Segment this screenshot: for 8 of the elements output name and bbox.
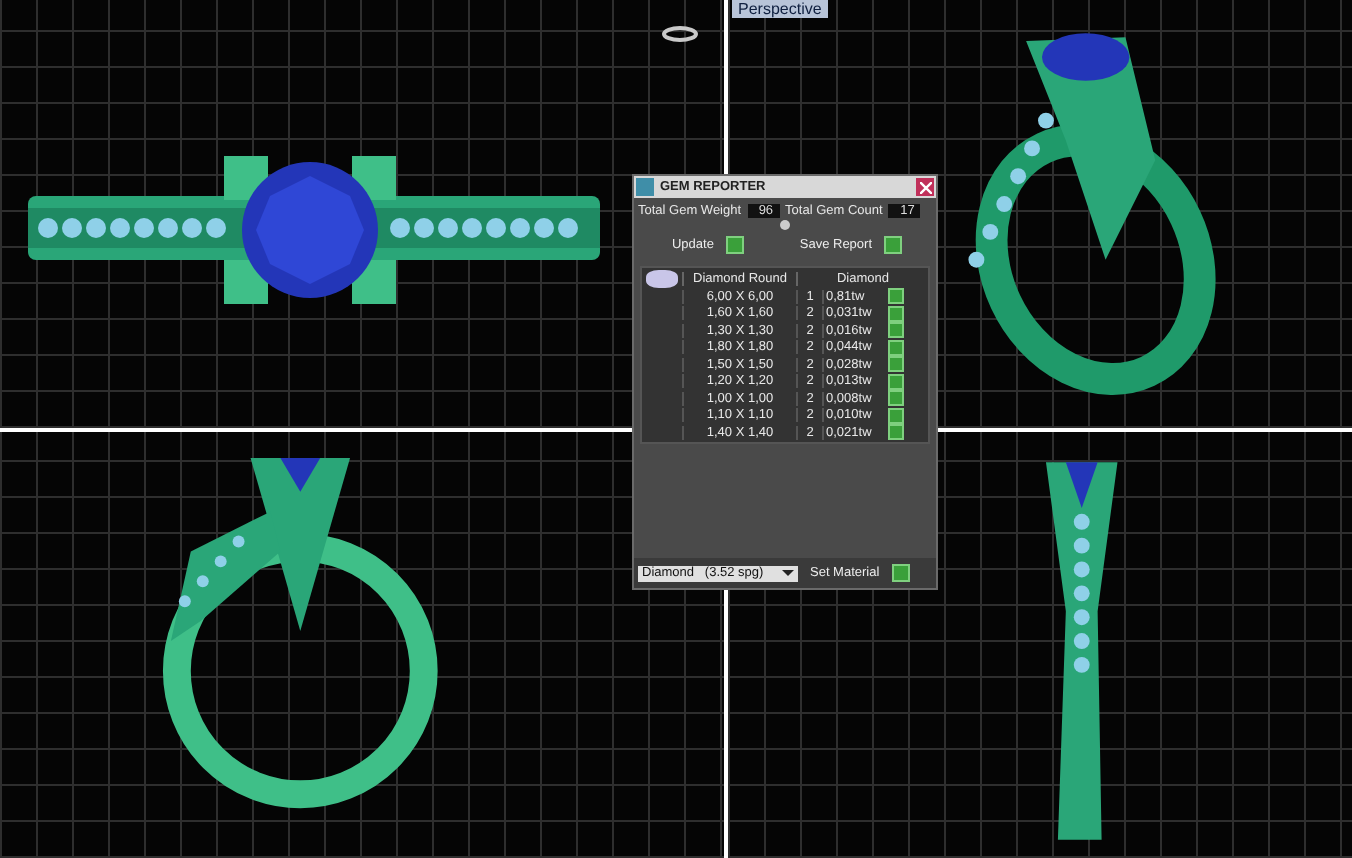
gem-thumbnail-icon xyxy=(646,269,678,287)
app-icon xyxy=(636,178,654,196)
viewport-label[interactable]: Perspective xyxy=(732,0,828,18)
caret-icon xyxy=(782,570,794,576)
ring-icon[interactable] xyxy=(662,26,698,42)
toggle-icon[interactable] xyxy=(780,220,790,230)
close-button[interactable] xyxy=(916,178,934,196)
close-icon xyxy=(919,181,931,193)
